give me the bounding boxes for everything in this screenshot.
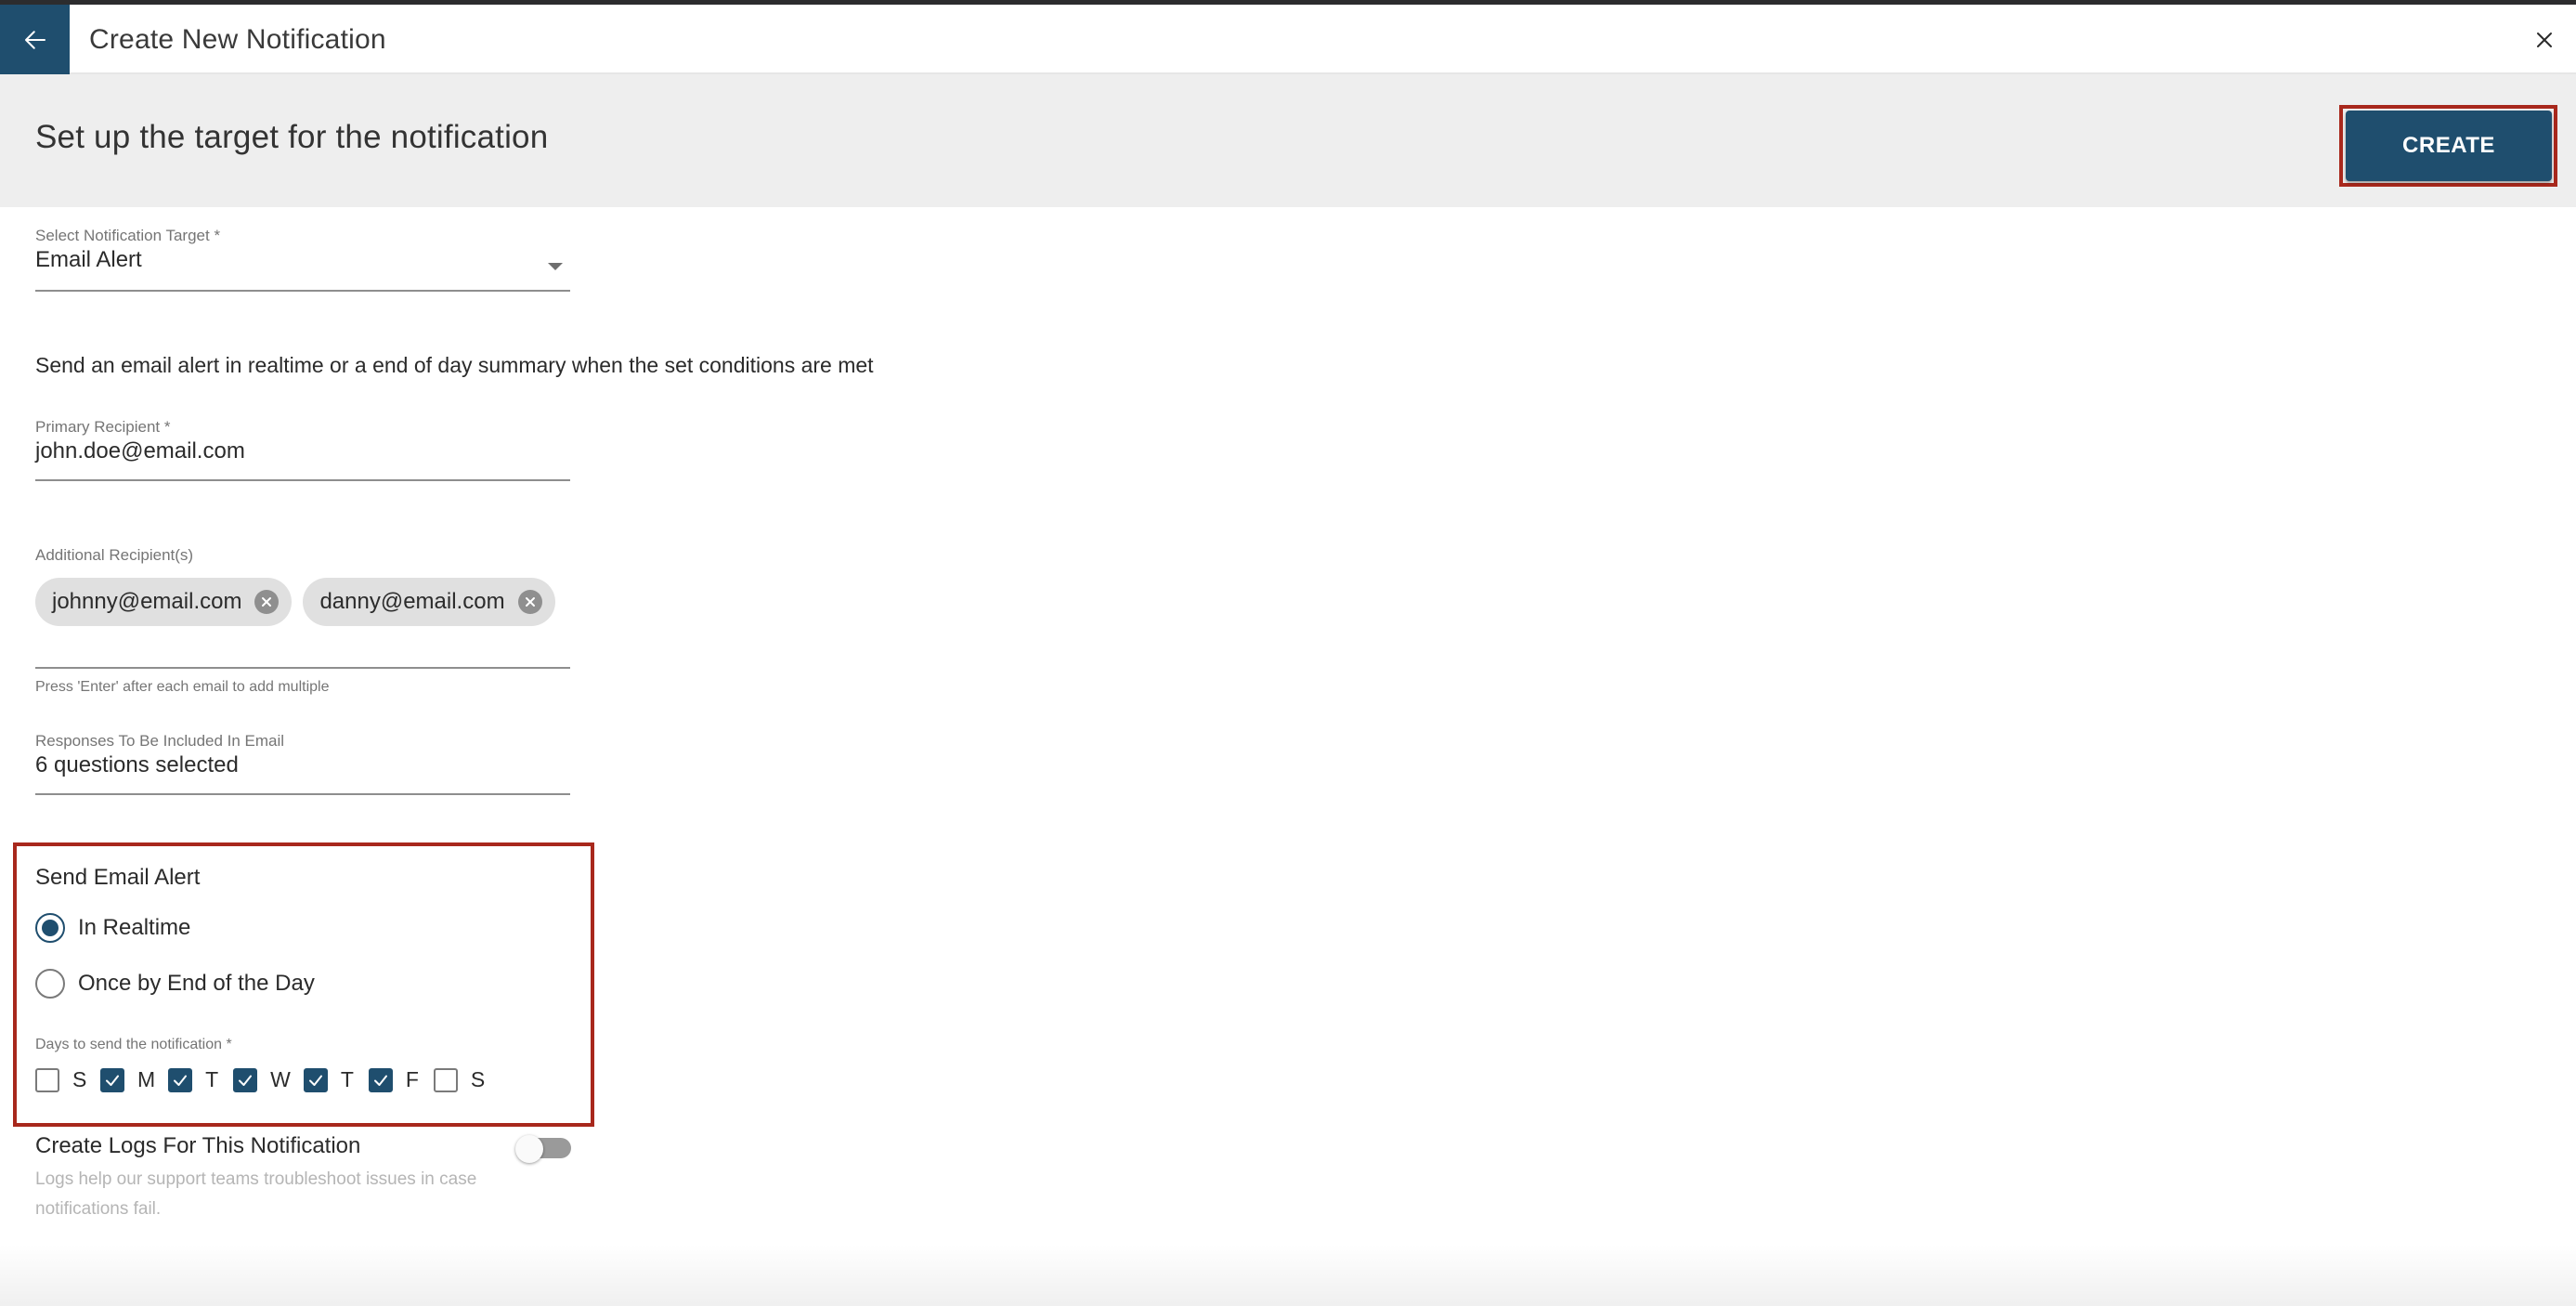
arrow-left-icon (24, 30, 46, 49)
day-letter: S (72, 1067, 87, 1091)
close-icon (2537, 33, 2552, 47)
day-checkbox-friday[interactable]: F (368, 1067, 421, 1092)
day-letter: T (340, 1067, 354, 1091)
send-email-alert-section: Send Email Alert In Realtime Once by End… (13, 842, 594, 1127)
create-button-highlight: CREATE (2339, 105, 2557, 187)
title-bar: Create New Notification (0, 5, 2576, 74)
back-button[interactable] (0, 5, 70, 74)
close-icon (525, 597, 535, 607)
chip-remove-button[interactable] (254, 590, 280, 614)
page-heading: Set up the target for the notification (35, 119, 549, 155)
radio-dot (42, 920, 59, 936)
primary-recipient-underline (35, 479, 570, 481)
chip-remove-button[interactable] (517, 590, 542, 614)
primary-recipient-label: Primary Recipient * (35, 418, 171, 436)
checkmark-icon (106, 1075, 119, 1086)
responses-underline (35, 793, 570, 795)
checkbox-checked[interactable] (368, 1067, 393, 1092)
radio-button-unchecked[interactable] (35, 969, 65, 999)
target-description: Send an email alert in realtime or a end… (35, 353, 874, 377)
create-logs-toggle[interactable] (515, 1135, 571, 1163)
radio-end-of-day[interactable]: Once by End of the Day (35, 969, 315, 999)
day-checkbox-wednesday[interactable]: W (233, 1067, 291, 1092)
create-logs-description: Logs help our support teams troubleshoot… (35, 1169, 477, 1219)
close-button[interactable] (2526, 21, 2563, 59)
additional-recipients-field[interactable]: Additional Recipient(s) johnny@email.com… (35, 546, 570, 671)
additional-recipients-label: Additional Recipient(s) (35, 546, 194, 564)
checkbox-checked[interactable] (100, 1067, 124, 1092)
additional-recipients-helper: Press 'Enter' after each email to add mu… (35, 679, 330, 695)
responses-value[interactable]: 6 questions selected (35, 751, 570, 780)
checkmark-icon (308, 1075, 322, 1086)
days-checkbox-group: S M T W T F S (35, 1067, 499, 1092)
recipient-chip: danny@email.com (303, 578, 555, 626)
checkbox-unchecked[interactable] (35, 1067, 59, 1092)
checkmark-icon (239, 1075, 253, 1086)
checkbox-checked[interactable] (233, 1067, 258, 1092)
recipient-chip-label: johnny@email.com (52, 589, 242, 614)
create-logs-title: Create Logs For This Notification (35, 1133, 361, 1158)
day-checkbox-thursday[interactable]: T (303, 1067, 356, 1092)
radio-in-realtime[interactable]: In Realtime (35, 913, 190, 943)
select-underline (35, 290, 570, 292)
day-checkbox-tuesday[interactable]: T (168, 1067, 220, 1092)
header-band: Set up the target for the notification C… (0, 74, 2576, 207)
checkbox-checked[interactable] (168, 1067, 193, 1092)
recipient-chips: johnny@email.com danny@email.com (35, 578, 555, 626)
day-checkbox-monday[interactable]: M (100, 1067, 155, 1092)
dropdown-arrow-icon[interactable] (548, 263, 563, 270)
close-icon (262, 597, 272, 607)
primary-recipient-field[interactable]: Primary Recipient * john.doe@email.com (35, 418, 570, 485)
window-title: Create New Notification (89, 24, 386, 55)
radio-label: In Realtime (78, 915, 191, 940)
day-letter: M (137, 1067, 156, 1091)
checkmark-icon (174, 1075, 188, 1086)
toggle-knob[interactable] (515, 1135, 543, 1163)
radio-button-checked[interactable] (35, 913, 65, 943)
day-letter: T (205, 1067, 219, 1091)
recipient-chip-label: danny@email.com (319, 589, 505, 614)
send-email-alert-title: Send Email Alert (35, 865, 201, 890)
checkmark-icon (373, 1075, 387, 1086)
checkbox-checked[interactable] (303, 1067, 328, 1092)
day-letter: W (270, 1067, 291, 1091)
day-checkbox-sunday[interactable]: S (35, 1067, 87, 1092)
checkbox-unchecked[interactable] (433, 1067, 458, 1092)
responses-field[interactable]: Responses To Be Included In Email 6 ques… (35, 732, 570, 799)
notification-target-label: Select Notification Target * (35, 227, 221, 244)
days-label: Days to send the notification * (35, 1037, 232, 1052)
notification-target-value: Email Alert (35, 247, 142, 272)
responses-label: Responses To Be Included In Email (35, 732, 285, 750)
primary-recipient-input[interactable]: john.doe@email.com (35, 437, 570, 466)
day-checkbox-saturday[interactable]: S (433, 1067, 486, 1092)
notification-target-select[interactable]: Select Notification Target * Email Alert (35, 227, 570, 294)
day-letter: S (470, 1067, 486, 1091)
create-button[interactable]: CREATE (2346, 111, 2552, 181)
additional-recipients-underline (35, 667, 570, 669)
recipient-chip: johnny@email.com (35, 578, 293, 626)
day-letter: F (405, 1067, 419, 1091)
radio-label: Once by End of the Day (78, 971, 315, 996)
bottom-fade (0, 1245, 2576, 1306)
